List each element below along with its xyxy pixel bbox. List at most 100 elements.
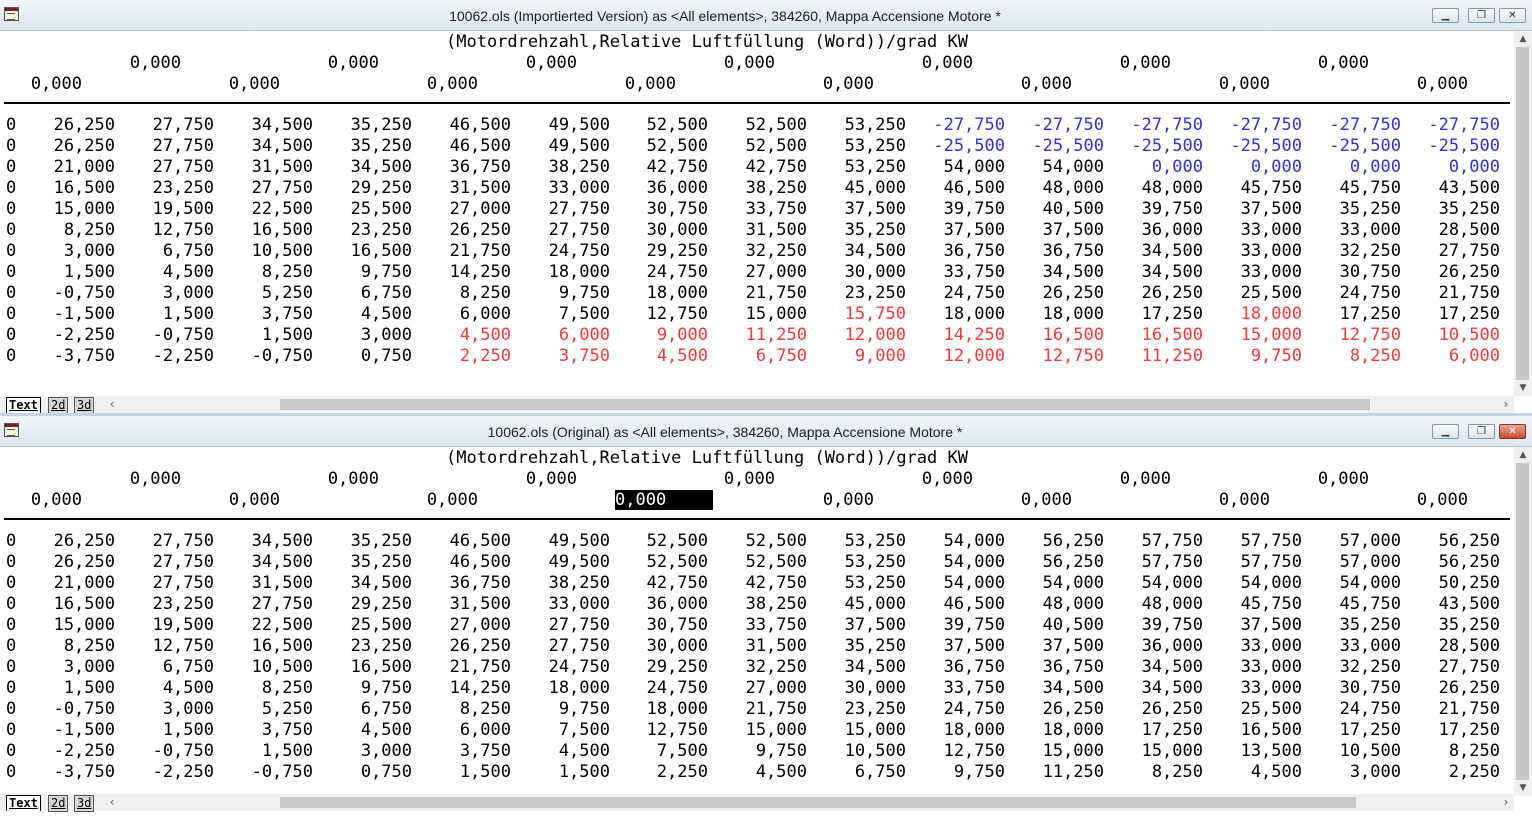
table-cell[interactable]: 27,000 xyxy=(421,615,511,636)
table-cell[interactable]: 38,250 xyxy=(717,594,807,615)
maximize-button[interactable]: ❐ xyxy=(1468,8,1495,23)
table-cell[interactable]: 36,000 xyxy=(618,178,708,199)
table-cell[interactable]: 8,250 xyxy=(421,283,511,304)
table-cell[interactable]: 9,750 xyxy=(915,762,1005,783)
table-cell[interactable]: -2,250 xyxy=(25,325,115,346)
table-cell[interactable]: 6,750 xyxy=(322,283,412,304)
tab-2d[interactable]: 2d xyxy=(48,795,69,812)
axis-value-top[interactable]: 0,000 xyxy=(105,53,181,73)
table-cell[interactable]: 33,000 xyxy=(1212,220,1302,241)
table-cell[interactable]: 9,750 xyxy=(322,678,412,699)
table-cell[interactable]: 0,000 xyxy=(1311,157,1401,178)
table-cell[interactable]: 54,000 xyxy=(1014,573,1104,594)
table-cell[interactable]: 33,000 xyxy=(1311,220,1401,241)
table-cell[interactable]: 6,000 xyxy=(421,304,511,325)
row-axis-value[interactable]: 0 xyxy=(6,720,16,741)
table-cell[interactable]: -3,750 xyxy=(25,346,115,367)
table-cell[interactable]: 32,250 xyxy=(1311,241,1401,262)
table-cell[interactable]: 35,250 xyxy=(322,531,412,552)
table-cell[interactable]: 26,250 xyxy=(1113,283,1203,304)
table-cell[interactable]: -0,750 xyxy=(124,325,214,346)
axis-value-bottom[interactable]: 0,000 xyxy=(996,74,1072,94)
table-cell[interactable]: 8,250 xyxy=(421,699,511,720)
table-cell[interactable]: 21,750 xyxy=(717,283,807,304)
row-axis-value[interactable]: 0 xyxy=(6,615,16,636)
table-cell[interactable]: 27,750 xyxy=(124,115,214,136)
row-axis-value[interactable]: 0 xyxy=(6,115,16,136)
table-cell[interactable]: 3,000 xyxy=(1311,762,1401,783)
table-cell[interactable]: 57,750 xyxy=(1212,552,1302,573)
table-cell[interactable]: 36,000 xyxy=(1113,636,1203,657)
table-cell[interactable]: 18,000 xyxy=(520,262,610,283)
table-cell[interactable]: 4,500 xyxy=(717,762,807,783)
maximize-button[interactable]: ❐ xyxy=(1468,424,1495,439)
minimize-button[interactable]: ▁ xyxy=(1432,424,1459,439)
table-cell[interactable]: 13,500 xyxy=(1212,741,1302,762)
table-cell[interactable]: 15,000 xyxy=(717,304,807,325)
table-cell[interactable]: 56,250 xyxy=(1014,552,1104,573)
table-cell[interactable]: 34,500 xyxy=(1113,657,1203,678)
axis-value-bottom[interactable]: 0,000 xyxy=(1392,74,1468,94)
table-cell[interactable]: -0,750 xyxy=(223,762,313,783)
table-cell[interactable]: 27,000 xyxy=(421,199,511,220)
table-cell[interactable]: 42,750 xyxy=(618,573,708,594)
table-cell[interactable]: 6,750 xyxy=(124,241,214,262)
table-cell[interactable]: 24,750 xyxy=(915,699,1005,720)
table-cell[interactable]: 37,500 xyxy=(915,220,1005,241)
table-cell[interactable]: 12,000 xyxy=(816,325,906,346)
table-cell[interactable]: 3,000 xyxy=(25,241,115,262)
table-cell[interactable]: 33,750 xyxy=(717,199,807,220)
table-cell[interactable]: 1,500 xyxy=(124,304,214,325)
table-cell[interactable]: 31,500 xyxy=(421,178,511,199)
table-cell[interactable]: 36,750 xyxy=(915,241,1005,262)
vertical-scrollbar[interactable]: ▲ ▼ xyxy=(1514,447,1532,796)
table-cell[interactable]: 34,500 xyxy=(223,531,313,552)
table-cell[interactable]: 33,000 xyxy=(1212,262,1302,283)
table-cell[interactable]: 39,750 xyxy=(915,615,1005,636)
table-cell[interactable]: 17,250 xyxy=(1311,720,1401,741)
table-cell[interactable]: 38,250 xyxy=(717,178,807,199)
table-cell[interactable]: 24,750 xyxy=(520,657,610,678)
table-cell[interactable]: 4,500 xyxy=(520,741,610,762)
table-cell[interactable]: 33,000 xyxy=(1212,636,1302,657)
vertical-scroll-thumb[interactable] xyxy=(1516,47,1529,380)
row-axis-value[interactable]: 0 xyxy=(6,594,16,615)
table-cell[interactable]: 29,250 xyxy=(618,657,708,678)
table-cell[interactable]: 26,250 xyxy=(1113,699,1203,720)
table-cell[interactable]: 19,500 xyxy=(124,199,214,220)
table-cell[interactable]: -25,500 xyxy=(915,136,1005,157)
table-cell[interactable]: 0,000 xyxy=(1410,157,1500,178)
table-cell[interactable]: 54,000 xyxy=(915,157,1005,178)
table-cell[interactable]: 52,500 xyxy=(618,531,708,552)
table-cell[interactable]: 27,750 xyxy=(520,615,610,636)
table-cell[interactable]: 0,750 xyxy=(322,762,412,783)
table-cell[interactable]: 57,750 xyxy=(1212,531,1302,552)
table-cell[interactable]: 36,750 xyxy=(915,657,1005,678)
table-cell[interactable]: 52,500 xyxy=(717,136,807,157)
axis-value-bottom[interactable]: 0,000 xyxy=(798,490,874,510)
table-cell[interactable]: 4,500 xyxy=(1212,762,1302,783)
table-cell[interactable]: 53,250 xyxy=(816,115,906,136)
table-cell[interactable]: 52,500 xyxy=(618,552,708,573)
table-cell[interactable]: 34,500 xyxy=(1113,262,1203,283)
table-cell[interactable]: 25,500 xyxy=(1212,699,1302,720)
table-cell[interactable]: 16,500 xyxy=(1113,325,1203,346)
table-cell[interactable]: 40,500 xyxy=(1014,199,1104,220)
table-cell[interactable]: -0,750 xyxy=(25,283,115,304)
table-cell[interactable]: 46,500 xyxy=(421,552,511,573)
table-cell[interactable]: 23,250 xyxy=(124,178,214,199)
table-cell[interactable]: 0,000 xyxy=(1113,157,1203,178)
horizontal-scroll-thumb[interactable] xyxy=(280,797,1356,808)
table-cell[interactable]: 24,750 xyxy=(1311,699,1401,720)
table-cell[interactable]: 10,500 xyxy=(1410,325,1500,346)
table-cell[interactable]: 1,500 xyxy=(124,720,214,741)
table-cell[interactable]: 30,750 xyxy=(1311,678,1401,699)
table-cell[interactable]: 30,000 xyxy=(618,220,708,241)
table-cell[interactable]: 15,000 xyxy=(717,720,807,741)
table-cell[interactable]: 18,000 xyxy=(1212,304,1302,325)
table-cell[interactable]: 15,000 xyxy=(25,615,115,636)
table-cell[interactable]: 48,000 xyxy=(1113,178,1203,199)
table-cell[interactable]: 16,500 xyxy=(25,178,115,199)
table-cell[interactable]: 15,000 xyxy=(1113,741,1203,762)
table-cell[interactable]: 46,500 xyxy=(421,136,511,157)
